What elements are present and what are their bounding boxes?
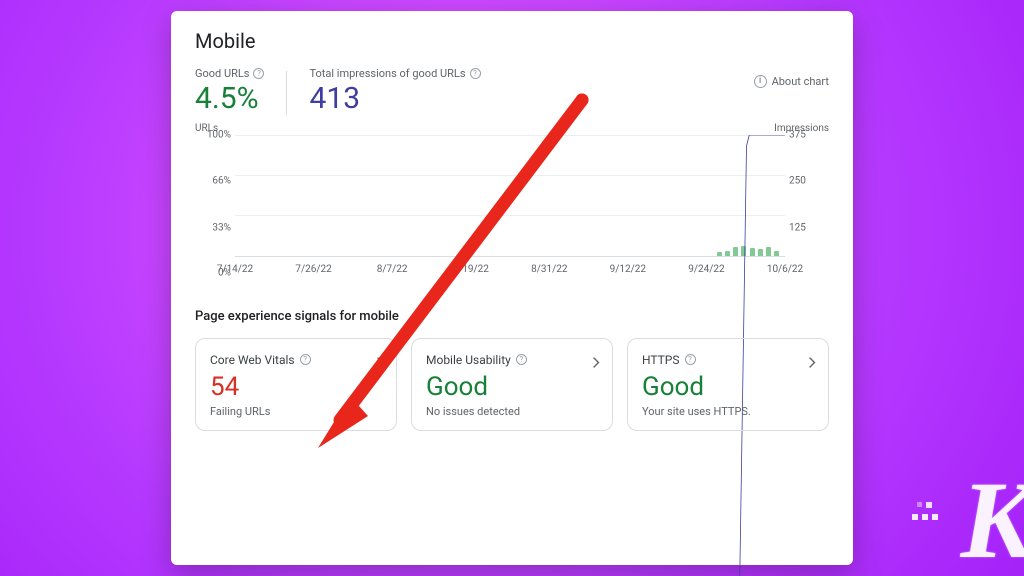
ytick-right: 250 [789, 176, 829, 187]
help-icon[interactable]: ? [253, 68, 264, 79]
card-value: 54 [210, 373, 382, 402]
card-title: HTTPS [642, 353, 680, 367]
page-title: Mobile [195, 29, 829, 53]
card-title: Core Web Vitals [210, 353, 295, 367]
ytick-right: 375 [789, 129, 829, 140]
card-mobile-usability[interactable]: Mobile Usability ? Good No issues detect… [411, 338, 613, 432]
xtick: 9/24/22 [688, 264, 724, 275]
card-value: Good [426, 373, 598, 402]
chevron-right-icon [809, 353, 816, 372]
chevron-right-icon [593, 353, 600, 372]
chevron-right-icon [377, 353, 384, 372]
card-subtext: No issues detected [426, 405, 598, 418]
x-axis-ticks: 7/14/227/26/228/7/228/19/228/31/229/12/2… [235, 259, 785, 275]
card-subtext: Failing URLs [210, 405, 382, 418]
xtick: 8/19/22 [453, 264, 489, 275]
xtick: 7/14/22 [217, 264, 253, 275]
xtick: 8/31/22 [531, 264, 567, 275]
impressions-label: Total impressions of good URLs ? [309, 67, 480, 80]
good-urls-value: 4.5% [195, 82, 264, 117]
stat-divider [286, 71, 287, 115]
impressions-stat: Total impressions of good URLs ? 413 [309, 67, 480, 117]
watermark-logo: K [961, 457, 1024, 576]
page-experience-panel: Mobile Good URLs ? 4.5% Total impression… [171, 11, 853, 565]
ytick-right: 125 [789, 222, 829, 233]
ytick-left: 100% [195, 129, 231, 140]
card-title: Mobile Usability [426, 353, 511, 367]
about-chart-label: About chart [772, 75, 829, 88]
about-chart-link[interactable]: i About chart [754, 67, 829, 88]
chart: URLs Impressions 100% 66% 33% 0% 375 250… [195, 135, 829, 275]
help-icon[interactable]: ? [470, 68, 481, 79]
summary-stats-row: Good URLs ? 4.5% Total impressions of go… [195, 67, 829, 117]
xtick: 10/6/22 [767, 264, 803, 275]
xtick: 9/12/22 [610, 264, 646, 275]
info-icon: i [754, 75, 767, 88]
good-urls-label-text: Good URLs [195, 67, 249, 80]
ytick-left: 33% [195, 222, 231, 233]
help-icon[interactable]: ? [516, 354, 527, 365]
xtick: 8/7/22 [377, 264, 408, 275]
xtick: 7/26/22 [295, 264, 331, 275]
help-icon[interactable]: ? [685, 354, 696, 365]
good-urls-stat: Good URLs ? 4.5% [195, 67, 264, 117]
signal-cards: Core Web Vitals ? 54 Failing URLs Mobile… [195, 338, 829, 432]
card-value: Good [642, 373, 814, 402]
ytick-left: 66% [195, 176, 231, 187]
impressions-value: 413 [309, 82, 480, 117]
plot-area [235, 135, 785, 257]
help-icon[interactable]: ? [300, 354, 311, 365]
card-https[interactable]: HTTPS ? Good Your site uses HTTPS. [627, 338, 829, 432]
good-urls-label: Good URLs ? [195, 67, 264, 80]
card-core-web-vitals[interactable]: Core Web Vitals ? 54 Failing URLs [195, 338, 397, 432]
card-subtext: Your site uses HTTPS. [642, 405, 814, 418]
impressions-label-text: Total impressions of good URLs [309, 67, 465, 80]
